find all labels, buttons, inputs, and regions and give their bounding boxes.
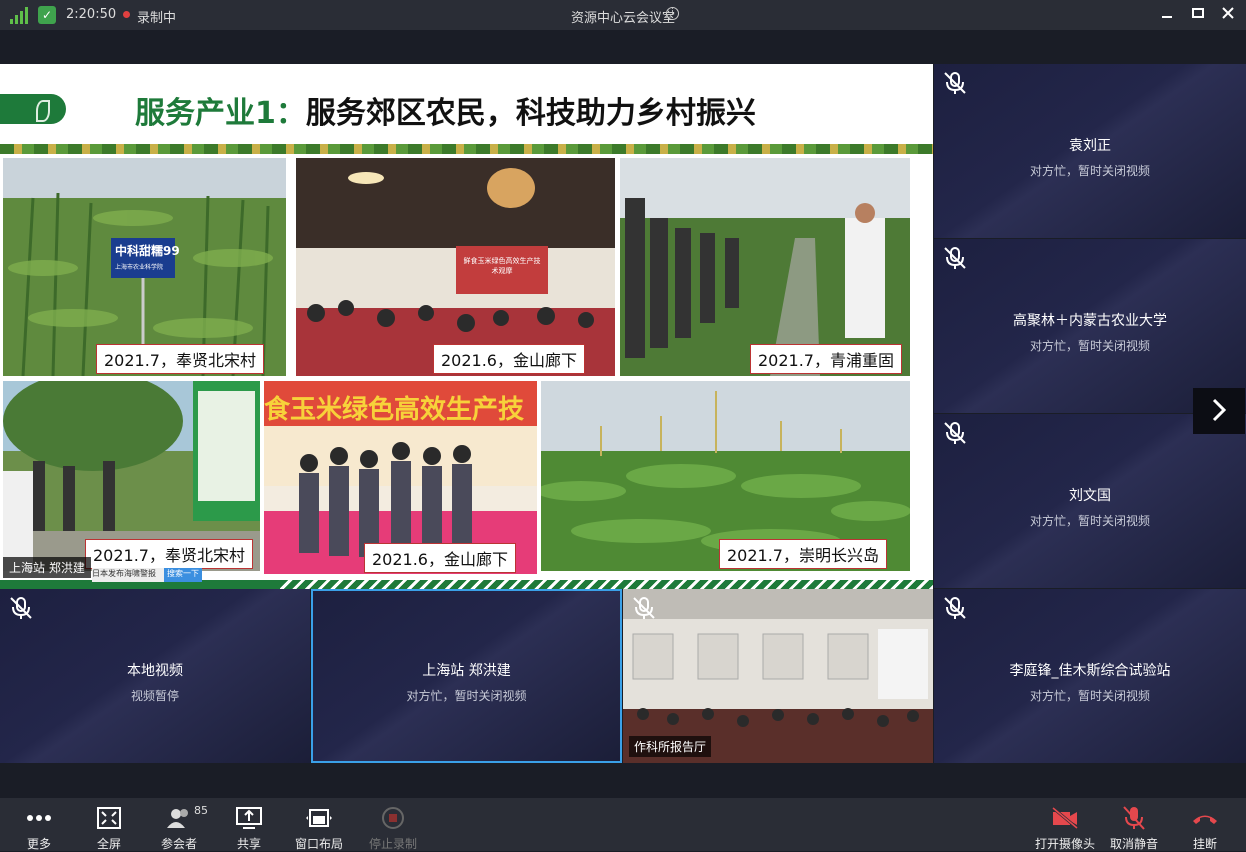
photo-roadside-billboard: 2021.7，奉贤北宋村 xyxy=(3,381,260,571)
participant-name: 本地视频 xyxy=(127,663,183,679)
chevron-right-icon xyxy=(1212,398,1227,422)
close-button[interactable] xyxy=(1216,4,1240,26)
participants-button[interactable]: 85 参会者 xyxy=(154,798,208,851)
participant-tile[interactable]: 李庭锋_佳木斯综合试验站 对方忙，暂时关闭视频 xyxy=(934,589,1246,763)
window-layout-icon xyxy=(306,809,332,827)
participant-tile[interactable]: 刘文国 对方忙，暂时关闭视频 xyxy=(934,414,1246,588)
photo-tall-corn: 2021.7，崇明长兴岛 xyxy=(541,381,910,571)
photo-group-banner: 食玉米绿色高效生产技 2021.6，金山廊下 xyxy=(264,381,537,574)
participant-status: 对方忙，暂时关闭视频 xyxy=(1029,514,1150,528)
participant-name: 高聚林＋内蒙古农业大学 xyxy=(1013,313,1167,329)
mic-muted-icon xyxy=(944,72,966,94)
participants-icon xyxy=(167,809,188,828)
minimize-button[interactable] xyxy=(1155,4,1179,26)
hangup-button[interactable]: 挂断 xyxy=(1180,798,1230,851)
projector-screen-text: 鲜食玉米绿色高效生产技术观摩 xyxy=(463,257,541,275)
news-ticker: 日本发布海啸警报 搜索一下 xyxy=(92,568,202,582)
participant-name: 李庭锋_佳木斯综合试验站 xyxy=(1009,663,1171,679)
mic-muted-icon xyxy=(944,247,966,269)
photo-corn-field-sign: 中科甜糯99 上海市农业科学院 2021.7，奉贤北宋村 xyxy=(3,158,286,376)
mic-muted-icon xyxy=(944,597,966,619)
mic-muted-icon xyxy=(10,597,32,619)
participant-tile-video[interactable]: 作科所报告厅 xyxy=(623,589,933,763)
participant-name: 刘文国 xyxy=(1069,488,1111,504)
slide-footer-pattern xyxy=(280,580,933,589)
slide-title: 服务产业1：服务郊区农民，科技助力乡村振兴 xyxy=(135,96,756,131)
participant-tile-active-speaker[interactable]: 上海站 郑洪建 对方忙，暂时关闭视频 xyxy=(311,589,622,763)
record-icon xyxy=(382,807,404,829)
participant-status: 对方忙，暂时关闭视频 xyxy=(1029,689,1150,703)
participant-name: 袁刘正 xyxy=(1069,138,1111,154)
hangup-phone-icon xyxy=(1193,815,1217,824)
photo-caption: 2021.7，崇明长兴岛 xyxy=(719,539,887,569)
academy-logo xyxy=(0,94,66,124)
close-icon xyxy=(1222,7,1234,19)
photo-greenhouse-visit: 2021.7，青浦重固 xyxy=(620,158,910,376)
unmute-button[interactable]: 取消静音 xyxy=(1108,798,1160,851)
minimize-icon xyxy=(1162,16,1172,18)
share-button[interactable]: 共享 xyxy=(224,798,274,851)
stop-record-button[interactable]: 停止录制 xyxy=(366,798,420,851)
banner-text: 食玉米绿色高效生产技 xyxy=(264,395,525,425)
corn-banner-strip xyxy=(0,144,933,154)
participant-count: 85 xyxy=(194,804,208,817)
photo-caption: 2021.6，金山廊下 xyxy=(433,344,585,374)
photo-caption: 2021.7，奉贤北宋村 xyxy=(85,539,253,569)
photo-caption: 2021.7，奉贤北宋村 xyxy=(96,344,264,374)
info-icon[interactable]: i xyxy=(666,7,679,20)
window-title: 资源中心云会议室 xyxy=(570,11,675,26)
maximize-button[interactable] xyxy=(1186,4,1210,26)
top-spacer xyxy=(0,30,1246,64)
ticker-search: 搜索一下 xyxy=(164,568,202,582)
photo-meeting-room: 鲜食玉米绿色高效生产技术观摩 2021.6，金山廊下 xyxy=(296,158,615,376)
participant-name: 作科所报告厅 xyxy=(629,736,712,757)
participant-status: 对方忙，暂时关闭视频 xyxy=(1029,339,1150,353)
next-page-button[interactable] xyxy=(1193,388,1245,434)
share-screen-icon xyxy=(236,807,262,829)
layout-button[interactable]: 窗口布局 xyxy=(290,798,348,851)
fullscreen-button[interactable]: 全屏 xyxy=(84,798,134,851)
participant-status: 对方忙，暂时关闭视频 xyxy=(1029,164,1150,178)
sign-text-variety: 中科甜糯99 xyxy=(115,244,180,258)
camera-off-icon xyxy=(1052,806,1078,830)
photo-caption: 2021.7，青浦重固 xyxy=(750,344,902,374)
maximize-icon xyxy=(1192,8,1204,18)
participant-tile-local[interactable]: 本地视频 视频暂停 xyxy=(0,589,310,763)
participant-tile[interactable]: 袁刘正 对方忙，暂时关闭视频 xyxy=(934,64,1246,238)
mic-muted-icon xyxy=(633,597,655,619)
photo-caption: 2021.6，金山廊下 xyxy=(364,543,516,573)
title-bar: ✓ 2:20:50 录制中 资源中心云会议室 i xyxy=(0,0,1246,30)
mic-off-icon xyxy=(1123,806,1145,830)
mic-muted-icon xyxy=(944,422,966,444)
participant-name: 上海站 郑洪建 xyxy=(422,663,511,679)
open-camera-button[interactable]: 打开摄像头 xyxy=(1034,798,1096,851)
ticker-text: 日本发布海啸警报 xyxy=(92,569,156,578)
more-button[interactable]: 更多 xyxy=(14,798,64,851)
meeting-toolbar: 更多 全屏 85 参会者 共享 窗口布局 停止录制 打开摄像头 取消静音 挂断 xyxy=(0,798,1246,851)
presenter-label: 上海站 郑洪建 xyxy=(3,557,91,578)
sign-text-institute: 上海市农业科学院 xyxy=(115,264,164,271)
participant-status: 对方忙，暂时关闭视频 xyxy=(406,689,527,703)
participant-status: 视频暂停 xyxy=(130,689,179,703)
shared-screen[interactable]: 服务产业1：服务郊区农民，科技助力乡村振兴 中科甜糯99 上海市农业科学院 20… xyxy=(0,64,933,589)
participant-tile[interactable]: 高聚林＋内蒙古农业大学 对方忙，暂时关闭视频 xyxy=(934,239,1246,413)
fullscreen-icon xyxy=(97,807,121,829)
more-icon xyxy=(27,815,51,821)
